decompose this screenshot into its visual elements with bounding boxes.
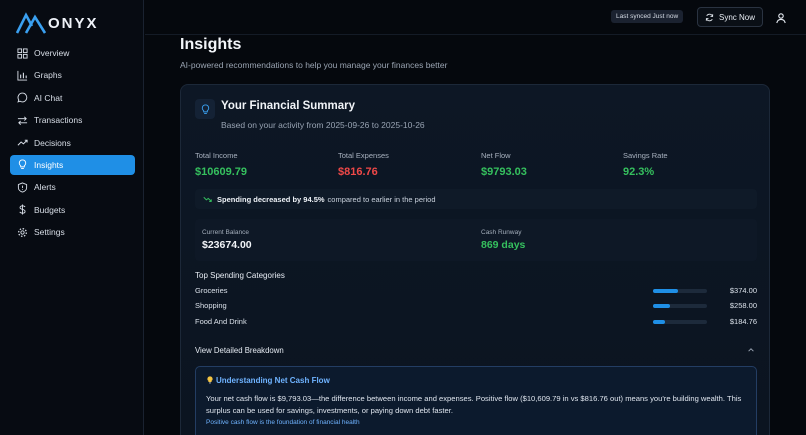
- stat-total-income: Total Income $10609.79: [195, 151, 247, 178]
- runway-value: 869 days: [481, 239, 526, 251]
- sidebar-item-ai-chat[interactable]: AI Chat: [10, 88, 135, 108]
- stat-net-flow: Net Flow $9793.03: [481, 151, 527, 178]
- cash-runway: Cash Runway 869 days: [481, 229, 525, 251]
- category-amount: $184.76: [729, 317, 757, 326]
- stat-value: $9793.03: [481, 166, 527, 178]
- lightbulb-icon: [207, 376, 213, 384]
- category-bar-track: [653, 320, 707, 324]
- category-bar-track: [653, 304, 707, 308]
- balance-value: $23674.00: [202, 239, 252, 251]
- page-title: Insights: [180, 36, 242, 53]
- category-bar-track: [653, 289, 707, 293]
- category-row: Food And Drink $184.76: [195, 317, 757, 329]
- explainer-note: Positive cash flow is the foundation of …: [206, 419, 360, 426]
- trend-down-icon: [203, 196, 212, 202]
- sync-now-button[interactable]: Sync Now: [697, 7, 763, 27]
- sidebar-item-label: AI Chat: [34, 92, 63, 103]
- sidebar-item-label: Overview: [34, 48, 70, 58]
- user-icon[interactable]: [775, 11, 787, 24]
- swap-arrows-icon: [17, 115, 28, 126]
- refresh-icon: [705, 13, 714, 21]
- category-amount: $374.00: [729, 286, 757, 295]
- sidebar-item-alerts[interactable]: Alerts: [10, 177, 135, 197]
- sidebar-item-label: Alerts: [34, 182, 56, 193]
- top-bar: Last synced Just now Sync Now: [145, 0, 806, 35]
- financial-summary-card: Your Financial Summary Based on your act…: [180, 84, 770, 435]
- stat-label: Total Income: [195, 151, 238, 160]
- explainer-title: Understanding Net Cash Flow: [206, 376, 330, 385]
- stat-label: Total Expenses: [338, 151, 389, 160]
- category-bar-fill: [653, 320, 666, 324]
- app-logo[interactable]: ONYX: [16, 10, 99, 36]
- summary-date-range: Based on your activity from 2025-09-26 t…: [221, 120, 425, 130]
- category-bar-fill: [653, 289, 678, 293]
- grid-icon: [17, 47, 28, 59]
- explainer-title-text: Understanding Net Cash Flow: [216, 376, 330, 385]
- logo-mark-icon: [16, 12, 46, 34]
- stat-label: Net Flow: [481, 151, 511, 160]
- runway-label: Cash Runway: [481, 229, 522, 236]
- chevron-up-icon[interactable]: [747, 346, 755, 354]
- last-synced-badge: Last synced Just now: [611, 10, 684, 23]
- summary-title: Your Financial Summary: [221, 100, 355, 112]
- category-name: Shopping: [195, 301, 227, 310]
- stat-value: $816.76: [338, 166, 378, 178]
- sidebar-nav: Overview Graphs AI Chat Transactions Dec…: [10, 43, 135, 245]
- gear-icon: [17, 227, 28, 238]
- sidebar-item-graphs[interactable]: Graphs: [10, 65, 135, 85]
- category-amount: $258.00: [729, 301, 757, 310]
- app-name: ONYX: [48, 14, 99, 32]
- sidebar-item-label: Decisions: [34, 137, 71, 148]
- page-subtitle: AI-powered recommendations to help you m…: [180, 60, 448, 70]
- sidebar-item-insights[interactable]: Insights: [10, 154, 135, 175]
- dollar-icon: [17, 204, 28, 215]
- category-name: Food And Drink: [195, 317, 247, 326]
- top-categories-title: Top Spending Categories: [195, 271, 285, 280]
- balance-panel: Current Balance $23674.00 Cash Runway 86…: [195, 219, 757, 261]
- sidebar-item-label: Insights: [34, 159, 64, 170]
- sidebar-item-transactions[interactable]: Transactions: [10, 110, 135, 130]
- sidebar-item-label: Graphs: [34, 70, 62, 81]
- stat-savings-rate: Savings Rate 92.3%: [623, 151, 668, 178]
- sidebar-item-budgets[interactable]: Budgets: [10, 200, 135, 220]
- chat-bubble-icon: [17, 92, 28, 103]
- trend-highlight: Spending decreased by 94.5%: [217, 194, 325, 204]
- category-name: Groceries: [195, 286, 228, 295]
- stat-total-expenses: Total Expenses $816.76: [338, 151, 389, 178]
- trend-up-icon: [17, 137, 28, 148]
- view-breakdown-toggle[interactable]: View Detailed Breakdown: [195, 346, 757, 355]
- sidebar: ONYX Overview Graphs AI Chat Transaction…: [0, 0, 144, 435]
- explainer-body: Your net cash flow is $9,793.03—the diff…: [206, 394, 742, 415]
- category-row: Shopping $258.00: [195, 301, 757, 313]
- bar-chart-icon: [17, 70, 28, 81]
- trend-text: compared to earlier in the period: [327, 194, 436, 204]
- sidebar-item-label: Budgets: [34, 204, 66, 215]
- net-cash-flow-explainer: Understanding Net Cash Flow Your net cas…: [195, 366, 757, 435]
- sidebar-item-decisions[interactable]: Decisions: [10, 133, 135, 153]
- shield-icon: [17, 182, 28, 193]
- stat-label: Savings Rate: [623, 151, 668, 160]
- current-balance: Current Balance $23674.00: [202, 229, 252, 251]
- sidebar-item-label: Transactions: [34, 115, 83, 126]
- lightbulb-icon: [195, 99, 215, 119]
- stat-value: $10609.79: [195, 166, 247, 178]
- spending-trend-banner: Spending decreased by 94.5% compared to …: [195, 189, 757, 209]
- sidebar-item-overview[interactable]: Overview: [10, 43, 135, 63]
- sidebar-item-settings[interactable]: Settings: [10, 222, 135, 242]
- balance-label: Current Balance: [202, 229, 249, 236]
- lightbulb-icon: [17, 159, 28, 170]
- category-bar-fill: [653, 304, 671, 308]
- sidebar-item-label: Settings: [34, 227, 65, 238]
- stat-value: 92.3%: [623, 166, 655, 178]
- category-row: Groceries $374.00: [195, 286, 757, 298]
- sync-now-label: Sync Now: [718, 12, 755, 22]
